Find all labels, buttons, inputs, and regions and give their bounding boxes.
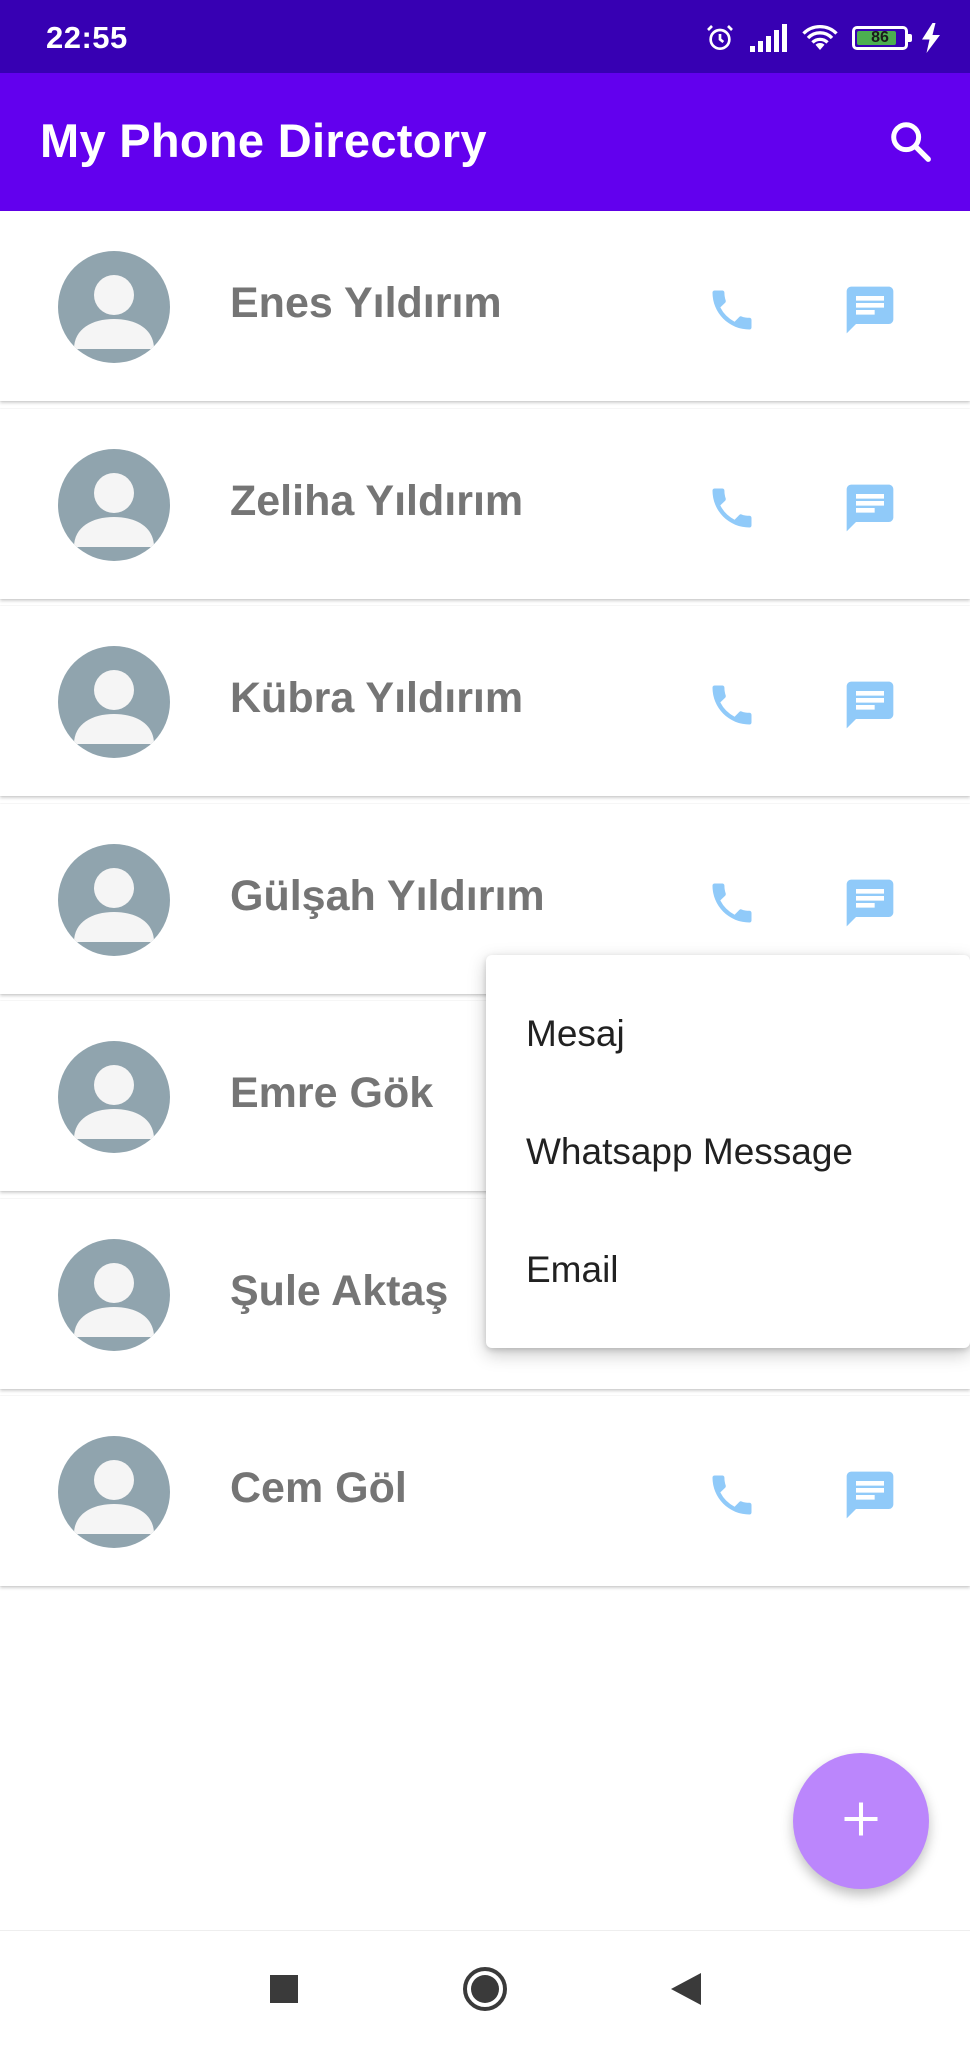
avatar — [58, 843, 170, 956]
contact-card[interactable]: Cem Göl — [0, 1396, 970, 1586]
home-button[interactable] — [457, 1963, 513, 2019]
contact-name: Gülşah Yıldırım — [230, 871, 545, 920]
avatar — [58, 251, 170, 363]
contact-name: Cem Göl — [230, 1464, 407, 1512]
contact-card[interactable]: Enes Yıldırım — [0, 211, 970, 401]
phone-icon — [712, 1475, 752, 1515]
navigation-bar — [0, 1930, 970, 2049]
menu-item-mesaj[interactable]: Mesaj — [486, 975, 970, 1093]
contact-name: Şule Aktaş — [230, 1266, 449, 1315]
contact-name: Kübra Yıldırım — [230, 674, 524, 722]
phone-icon — [712, 488, 752, 527]
message-icon — [846, 484, 894, 531]
recents-button[interactable] — [256, 1963, 312, 2019]
recents-icon — [268, 1973, 300, 2010]
message-options-menu: Mesaj Whatsapp Message Email — [486, 955, 970, 1348]
contact-card[interactable]: Kübra Yıldırım — [0, 606, 970, 796]
contact-name: Emre Gök — [230, 1069, 434, 1117]
message-button[interactable] — [838, 1463, 902, 1527]
message-button[interactable] — [838, 673, 902, 737]
wifi-icon — [802, 23, 838, 53]
message-icon — [846, 286, 894, 334]
menu-item-whatsapp-message[interactable]: Whatsapp Message — [486, 1093, 970, 1211]
search-icon — [887, 118, 933, 169]
app-bar: My Phone Directory — [0, 73, 970, 211]
contact-name: Zeliha Yıldırım — [230, 476, 524, 525]
add-contact-button[interactable] — [793, 1753, 929, 1889]
contact-card[interactable]: Zeliha Yıldırım — [0, 408, 970, 599]
alarm-icon — [704, 22, 736, 54]
back-icon — [669, 1971, 703, 2012]
battery-level: 86 — [871, 29, 889, 46]
signal-icon — [750, 24, 788, 52]
message-button[interactable] — [838, 278, 902, 342]
plus-icon — [839, 1797, 883, 1846]
charging-icon — [922, 23, 940, 53]
phone-icon — [712, 883, 752, 922]
phone-icon — [712, 685, 752, 725]
avatar — [58, 448, 170, 561]
avatar — [58, 646, 170, 758]
call-button[interactable] — [700, 673, 764, 737]
message-icon — [846, 1471, 894, 1519]
phone-icon — [712, 290, 752, 330]
status-icons: 86 — [704, 18, 940, 58]
search-button[interactable] — [880, 113, 940, 173]
status-bar: 22:55 86 — [0, 0, 970, 73]
battery-icon: 86 — [852, 26, 912, 50]
call-button[interactable] — [700, 871, 764, 935]
call-button[interactable] — [700, 1463, 764, 1527]
call-button[interactable] — [700, 278, 764, 342]
avatar — [58, 1041, 170, 1153]
contact-name: Enes Yıldırım — [230, 279, 502, 327]
avatar — [58, 1238, 170, 1351]
back-button[interactable] — [658, 1963, 714, 2019]
page-title: My Phone Directory — [40, 114, 487, 167]
status-time: 22:55 — [46, 20, 128, 55]
contact-list: Enes Yıldırım Zeliha Yıldırım Kübra Yıld… — [0, 211, 970, 1594]
menu-item-email[interactable]: Email — [486, 1211, 970, 1329]
call-button[interactable] — [700, 476, 764, 540]
home-icon — [461, 1965, 509, 2018]
avatar — [58, 1436, 170, 1548]
message-button[interactable] — [838, 476, 902, 540]
message-icon — [846, 681, 894, 729]
message-icon — [846, 879, 894, 926]
message-button[interactable] — [838, 871, 902, 935]
